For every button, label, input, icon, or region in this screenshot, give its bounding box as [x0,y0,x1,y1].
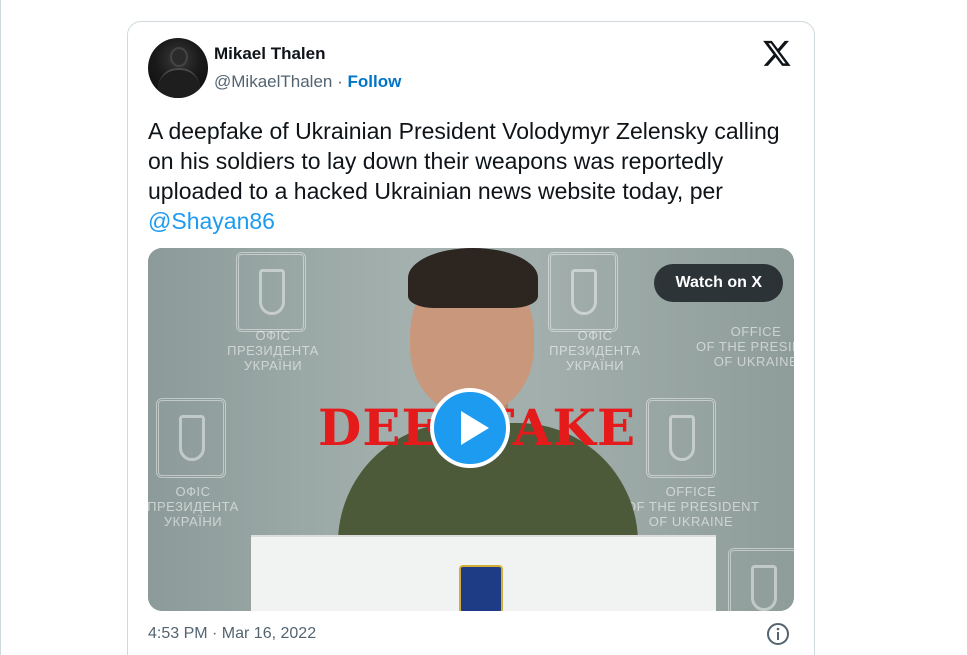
podium [251,535,716,611]
wall-crest [646,398,716,478]
avatar-head [170,47,188,67]
author-name[interactable]: Mikael Thalen [214,44,325,64]
wall-text: ОФІС ПРЕЗИДЕНТА УКРАЇНИ [227,328,319,373]
avatar[interactable] [148,38,208,98]
wall-crest [236,252,306,332]
play-button[interactable] [430,388,510,468]
avatar-body [158,68,200,98]
x-logo-icon[interactable] [762,38,792,68]
speaker-hair [408,248,538,308]
handle-separator: · [337,72,343,91]
page-left-border [0,0,1,655]
wall-crest [156,398,226,478]
mention-link[interactable]: @Shayan86 [148,208,275,234]
post-text: A deepfake of Ukrainian President Volody… [148,116,798,236]
post-timestamp[interactable]: 4:53 PM · Mar 16, 2022 [148,625,316,643]
info-icon[interactable] [766,622,790,646]
post-body: A deepfake of Ukrainian President Volody… [148,118,780,204]
embedded-post-card[interactable]: Mikael Thalen @MikaelThalen · Follow A d… [127,21,815,655]
wall-text: ОФІС ПРЕЗИДЕНТА УКРАЇНИ [148,484,239,529]
wall-text: OFFICE OF THE PRESIDENT OF UKRAINE [696,324,794,369]
author-handle-row: @MikaelThalen · Follow [214,72,401,92]
wall-crest [728,548,794,611]
wall-text: OFFICE OF THE PRESIDENT OF UKRAINE [626,484,760,529]
play-icon [461,411,489,445]
video-thumbnail[interactable]: ОФІС ПРЕЗИДЕНТА УКРАЇНИ ОФІС ПРЕЗИДЕНТА … [148,248,794,611]
author-handle[interactable]: @MikaelThalen [214,72,332,91]
trident-emblem-icon [459,565,503,611]
watch-on-x-button[interactable]: Watch on X [654,264,783,302]
follow-button[interactable]: Follow [348,72,402,91]
